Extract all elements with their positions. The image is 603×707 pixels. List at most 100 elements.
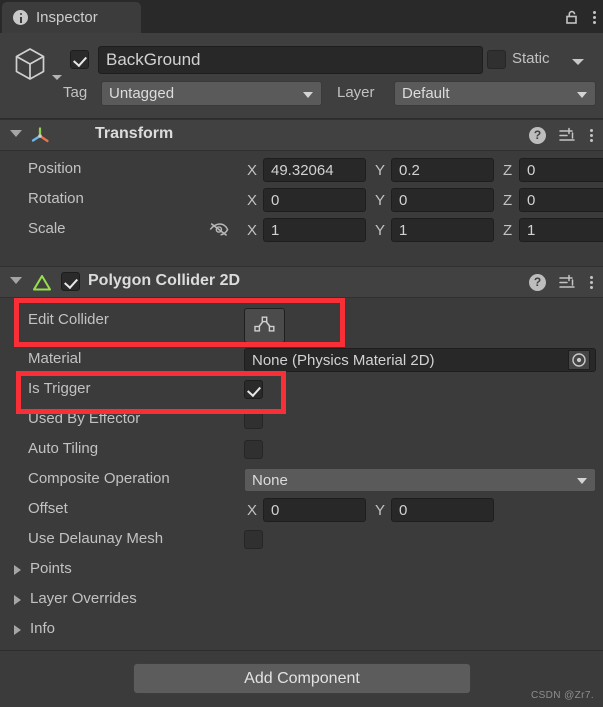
axis-label-x: X	[247, 501, 258, 519]
info-foldout-arrow-icon[interactable]	[14, 625, 21, 635]
transform-rotation-fields: X 0 Y 0 Z 0	[247, 188, 603, 212]
material-label: Material	[28, 350, 82, 367]
transform-scale-x-input[interactable]: 1	[263, 218, 366, 242]
axis-label-y: Y	[375, 221, 386, 239]
add-component-button[interactable]: Add Component	[133, 663, 471, 694]
axis-label-y: Y	[375, 191, 386, 209]
points-foldout-arrow-icon[interactable]	[14, 565, 21, 575]
transform-rotation-label: Rotation	[28, 190, 84, 207]
is-trigger-checkbox[interactable]	[244, 380, 263, 399]
transform-scale-fields: X 1 Y 1 Z 1	[247, 218, 603, 242]
layer-dropdown-value: Default	[402, 85, 450, 102]
static-dropdown-arrow-icon[interactable]	[572, 59, 584, 65]
offset-fields: X 0 Y 0	[247, 498, 494, 522]
points-foldout-row[interactable]: Points	[0, 555, 603, 585]
transform-position-x-input[interactable]: 49.32064	[263, 158, 366, 182]
preset-settings-icon[interactable]	[559, 127, 577, 143]
transform-scale-z-input[interactable]: 1	[519, 218, 603, 242]
layer-overrides-label: Layer Overrides	[30, 590, 137, 607]
used-by-effector-row: Used By Effector	[0, 405, 603, 435]
transform-title: Transform	[95, 125, 174, 142]
transform-rotation-y-input[interactable]: 0	[391, 188, 494, 212]
transform-scale-y-input[interactable]: 1	[391, 218, 494, 242]
auto-tiling-checkbox[interactable]	[244, 440, 263, 459]
use-delaunay-mesh-checkbox[interactable]	[244, 530, 263, 549]
offset-x-input[interactable]: 0	[263, 498, 366, 522]
preset-settings-icon[interactable]	[559, 274, 577, 290]
gameobject-enabled-checkbox[interactable]	[70, 50, 89, 69]
composite-operation-row: Composite Operation None	[0, 465, 603, 495]
inspector-tabstrip: Inspector	[0, 0, 603, 33]
tab-inspector[interactable]: Inspector	[2, 2, 141, 33]
chevron-down-icon	[577, 478, 587, 484]
layer-overrides-foldout-row[interactable]: Layer Overrides	[0, 585, 603, 615]
collider-enabled-checkbox[interactable]	[61, 272, 80, 291]
axis-label-x: X	[247, 161, 258, 179]
kebab-menu-icon[interactable]	[590, 273, 594, 291]
is-trigger-row: Is Trigger	[0, 375, 603, 405]
gameobject-header: BackGround Static Tag Untagged Layer Def…	[0, 33, 603, 119]
cube-dropdown-caret-icon[interactable]	[52, 75, 62, 80]
tabstrip-actions	[564, 0, 597, 33]
axis-label-x: X	[247, 191, 258, 209]
layer-label: Layer	[337, 84, 375, 101]
transform-axis-icon	[30, 126, 50, 149]
tab-inspector-label: Inspector	[36, 9, 98, 26]
static-checkbox[interactable]	[487, 50, 506, 69]
transform-component: Transform Position X 49.32064 Y 0.2 Z 0	[0, 119, 603, 266]
object-picker-icon[interactable]	[568, 350, 590, 374]
transform-position-fields: X 49.32064 Y 0.2 Z 0	[247, 158, 603, 182]
transform-rotation-x-input[interactable]: 0	[263, 188, 366, 212]
transform-position-z-input[interactable]: 0	[519, 158, 603, 182]
axis-label-z: Z	[503, 161, 513, 179]
tag-dropdown-value: Untagged	[109, 85, 175, 102]
transform-position-label: Position	[28, 160, 82, 177]
collider-foldout-arrow-icon[interactable]	[10, 277, 22, 284]
edit-polygon-icon	[253, 314, 276, 338]
kebab-menu-icon[interactable]	[593, 8, 597, 26]
tag-dropdown[interactable]: Untagged	[101, 81, 322, 106]
info-label: Info	[30, 620, 56, 637]
edit-collider-label: Edit Collider	[28, 311, 109, 328]
use-delaunay-mesh-row: Use Delaunay Mesh	[0, 525, 603, 555]
edit-collider-button[interactable]	[244, 308, 285, 343]
points-label: Points	[30, 560, 72, 577]
info-foldout-row[interactable]: Info	[0, 615, 603, 645]
composite-operation-dropdown[interactable]: None	[244, 468, 596, 492]
transform-header-actions	[529, 120, 594, 150]
transform-scale-label: Scale	[28, 220, 66, 237]
use-delaunay-mesh-label: Use Delaunay Mesh	[28, 530, 164, 547]
help-icon[interactable]	[529, 126, 546, 144]
unlocked-padlock-icon[interactable]	[564, 9, 580, 25]
axis-label-y: Y	[375, 161, 386, 179]
gameobject-name-input[interactable]: BackGround	[98, 46, 483, 74]
composite-operation-label: Composite Operation	[28, 470, 170, 487]
polygon-collider-header[interactable]: Polygon Collider 2D	[0, 266, 603, 298]
transform-position-row: Position X 49.32064 Y 0.2 Z 0	[0, 155, 603, 185]
watermark: CSDN @Zr7.	[530, 690, 594, 701]
used-by-effector-checkbox[interactable]	[244, 410, 263, 429]
transform-rotation-z-input[interactable]: 0	[519, 188, 603, 212]
is-trigger-label: Is Trigger	[28, 380, 91, 397]
help-icon[interactable]	[529, 273, 546, 291]
transform-foldout-arrow-icon[interactable]	[10, 130, 22, 137]
eye-slash-icon[interactable]	[208, 221, 229, 238]
kebab-menu-icon[interactable]	[590, 126, 594, 144]
transform-header[interactable]: Transform	[0, 119, 603, 151]
offset-row: Offset X 0 Y 0	[0, 495, 603, 525]
layer-overrides-foldout-arrow-icon[interactable]	[14, 595, 21, 605]
offset-label: Offset	[28, 500, 68, 517]
axis-label-y: Y	[375, 501, 386, 519]
material-object-field[interactable]: None (Physics Material 2D)	[244, 348, 596, 372]
gameobject-name-row: BackGround Static	[0, 46, 603, 74]
tag-label: Tag	[63, 84, 88, 101]
inspector-footer: Add Component CSDN @Zr7.	[0, 650, 603, 707]
transform-position-y-input[interactable]: 0.2	[391, 158, 494, 182]
material-value: None (Physics Material 2D)	[252, 351, 435, 369]
axis-label-z: Z	[503, 191, 513, 209]
info-icon	[13, 10, 28, 25]
used-by-effector-label: Used By Effector	[28, 410, 141, 427]
layer-dropdown[interactable]: Default	[394, 81, 596, 106]
offset-y-input[interactable]: 0	[391, 498, 494, 522]
auto-tiling-label: Auto Tiling	[28, 440, 99, 457]
